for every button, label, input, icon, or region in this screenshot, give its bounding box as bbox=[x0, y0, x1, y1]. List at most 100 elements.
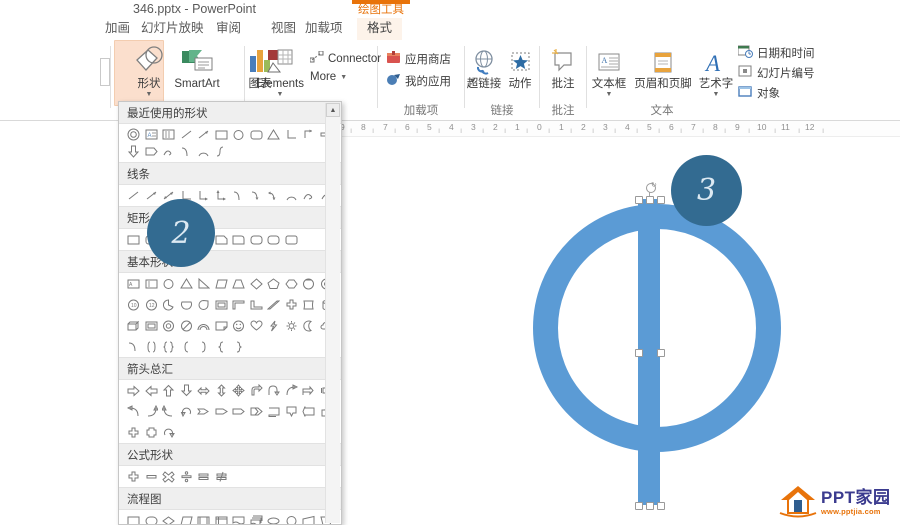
resize-handle-bottom-center[interactable] bbox=[646, 502, 654, 510]
shape-line-arrow-icon[interactable] bbox=[195, 126, 213, 143]
header-footer-button[interactable]: 页眉和页脚 bbox=[630, 44, 696, 91]
shape-parallelogram-icon[interactable] bbox=[213, 275, 231, 292]
shape-u-turn-arrow-icon[interactable] bbox=[265, 382, 283, 399]
flowchart-off-page-connector-icon[interactable] bbox=[283, 512, 301, 525]
shape-snip-round-icon[interactable] bbox=[213, 231, 231, 248]
tab-animations[interactable]: 加画 bbox=[105, 18, 130, 39]
gallery-scrollbar[interactable] bbox=[325, 103, 340, 523]
shape-diamond-icon[interactable] bbox=[248, 275, 266, 292]
shape-frame-icon[interactable] bbox=[213, 296, 231, 313]
shape-arc-icon[interactable] bbox=[283, 187, 301, 204]
shape-line-arrow-icon[interactable] bbox=[143, 187, 161, 204]
connector-button[interactable]: Connector bbox=[310, 51, 381, 66]
shape-pentagon-icon[interactable] bbox=[265, 275, 283, 292]
flowchart-internal-storage-icon[interactable] bbox=[213, 512, 231, 525]
shape-line-icon[interactable] bbox=[178, 126, 196, 143]
shape-right-bracket-icon[interactable] bbox=[195, 338, 213, 355]
shape-right-arrow-callout-icon[interactable] bbox=[248, 403, 266, 420]
shape-rounded-rectangle-icon[interactable] bbox=[283, 231, 301, 248]
slide-canvas[interactable]: ↻ bbox=[340, 136, 900, 523]
shape-rectangle-icon[interactable] bbox=[213, 126, 231, 143]
flowchart-connector-icon[interactable] bbox=[265, 512, 283, 525]
app-store-button[interactable]: 应用商店 bbox=[386, 51, 451, 67]
resize-handle-top-right[interactable] bbox=[657, 196, 665, 204]
chevron-down-icon[interactable]: ▼ bbox=[340, 74, 347, 81]
shape-curved-left-arrow-icon[interactable] bbox=[125, 403, 143, 420]
shape-left-arrow-callout-icon[interactable] bbox=[265, 403, 283, 420]
shape-left-right-callout-icon[interactable] bbox=[300, 403, 318, 420]
shape-up-down-arrow-icon[interactable] bbox=[213, 382, 231, 399]
shape-diagonal-stripe-icon[interactable] bbox=[265, 296, 283, 313]
shape-up-arrow-icon[interactable] bbox=[160, 382, 178, 399]
shape-oval-icon[interactable] bbox=[230, 126, 248, 143]
shape-bevel-icon[interactable] bbox=[143, 317, 161, 334]
shape-freeform-icon[interactable] bbox=[300, 187, 318, 204]
hyperlink-button[interactable]: 超链接 bbox=[466, 44, 502, 91]
chevron-down-icon[interactable]: ▼ bbox=[119, 91, 179, 98]
shape-elbow-arrow-connector-icon[interactable] bbox=[195, 187, 213, 204]
shape-circular-arrow-icon[interactable] bbox=[160, 424, 178, 441]
gallery-row[interactable] bbox=[119, 185, 341, 206]
shape-equal-icon[interactable] bbox=[195, 468, 213, 485]
shape-folded-corner-icon[interactable] bbox=[213, 317, 231, 334]
shape-elbow-arrow-icon[interactable] bbox=[300, 126, 318, 143]
shape-plus-icon[interactable] bbox=[125, 468, 143, 485]
shape-teardrop-icon[interactable] bbox=[195, 296, 213, 313]
shape-textbox-icon[interactable]: A bbox=[143, 126, 161, 143]
shape-elbow-double-arrow-icon[interactable] bbox=[213, 187, 231, 204]
shape-round-same-side-icon[interactable] bbox=[248, 231, 266, 248]
gallery-scroll-up-button[interactable]: ▲ bbox=[326, 103, 340, 117]
shape-round-diagonal-icon[interactable] bbox=[265, 231, 283, 248]
shape-divide-icon[interactable] bbox=[178, 468, 196, 485]
gallery-row[interactable] bbox=[119, 466, 341, 487]
shapes-gallery-dropdown[interactable]: 最近使用的形状 A 线条 矩形 bbox=[118, 101, 342, 525]
shape-notched-right-arrow-icon[interactable] bbox=[195, 403, 213, 420]
shape-curve-icon[interactable] bbox=[178, 143, 196, 160]
shape-lightning-bolt-icon[interactable] bbox=[265, 317, 283, 334]
more-button[interactable]: More ▼ bbox=[310, 71, 347, 83]
resize-handle-top-left[interactable] bbox=[635, 196, 643, 204]
gallery-row[interactable]: A bbox=[119, 124, 341, 162]
gallery-row[interactable] bbox=[119, 336, 341, 357]
shape-quad-arrow-callout-icon[interactable] bbox=[143, 424, 161, 441]
flowchart-manual-input-icon[interactable] bbox=[300, 512, 318, 525]
shape-double-bracket-icon[interactable] bbox=[143, 338, 161, 355]
flowchart-decision-icon[interactable] bbox=[160, 512, 178, 525]
shape-down-arrow-icon[interactable] bbox=[178, 382, 196, 399]
horizontal-ruler[interactable]: 9 ı 8 ı 7 ı 6 ı 5 ı 4 ı 3 ı 2 ı 1 ı 0 ı … bbox=[340, 121, 900, 137]
shape-block-arc-icon[interactable] bbox=[195, 317, 213, 334]
shape-round-single-corner-icon[interactable] bbox=[230, 231, 248, 248]
shape-left-brace-icon[interactable] bbox=[213, 143, 231, 160]
shape-heart-icon[interactable] bbox=[248, 317, 266, 334]
chevron-down-icon[interactable]: ▼ bbox=[588, 91, 630, 98]
shape-elbow-connector-icon[interactable] bbox=[283, 126, 301, 143]
gallery-row[interactable] bbox=[119, 380, 341, 401]
wordart-button[interactable]: A 艺术字 ▼ bbox=[696, 44, 736, 98]
shape-moon-icon[interactable] bbox=[300, 317, 318, 334]
shape-right-arrow-icon[interactable] bbox=[125, 382, 143, 399]
shape-no-symbol-icon[interactable] bbox=[178, 317, 196, 334]
shape-left-bracket-icon[interactable] bbox=[178, 338, 196, 355]
shape-multiply-icon[interactable] bbox=[160, 468, 178, 485]
shape-right-triangle-icon[interactable] bbox=[195, 275, 213, 292]
shape-pentagon-arrow-icon[interactable] bbox=[213, 403, 231, 420]
shape-oval-icon[interactable] bbox=[160, 275, 178, 292]
flowchart-multidocument-icon[interactable] bbox=[248, 512, 266, 525]
shape-pentagon-arrow-icon[interactable] bbox=[143, 143, 161, 160]
tab-slideshow[interactable]: 幻灯片放映 bbox=[141, 18, 204, 39]
shape-triangle-icon[interactable] bbox=[178, 275, 196, 292]
shape-left-right-arrow-icon[interactable] bbox=[195, 382, 213, 399]
shape-curved-up-arrow-icon[interactable] bbox=[143, 403, 161, 420]
shape-smiley-face-icon[interactable] bbox=[230, 317, 248, 334]
textbox-button[interactable]: A 文本框 ▼ bbox=[588, 44, 630, 98]
shape-hexagon-icon[interactable] bbox=[283, 275, 301, 292]
shape-minus-icon[interactable] bbox=[143, 468, 161, 485]
shape-left-brace-icon[interactable] bbox=[213, 338, 231, 355]
resize-handle-bottom-right[interactable] bbox=[657, 502, 665, 510]
shape-vertical-textbox-icon[interactable] bbox=[160, 126, 178, 143]
shape-donut-icon[interactable] bbox=[160, 317, 178, 334]
shape-pie-icon[interactable] bbox=[160, 296, 178, 313]
comment-button[interactable]: 批注 bbox=[541, 44, 585, 91]
tab-addins[interactable]: 加载项 bbox=[305, 18, 343, 39]
shape-curved-double-arrow-icon[interactable] bbox=[265, 187, 283, 204]
